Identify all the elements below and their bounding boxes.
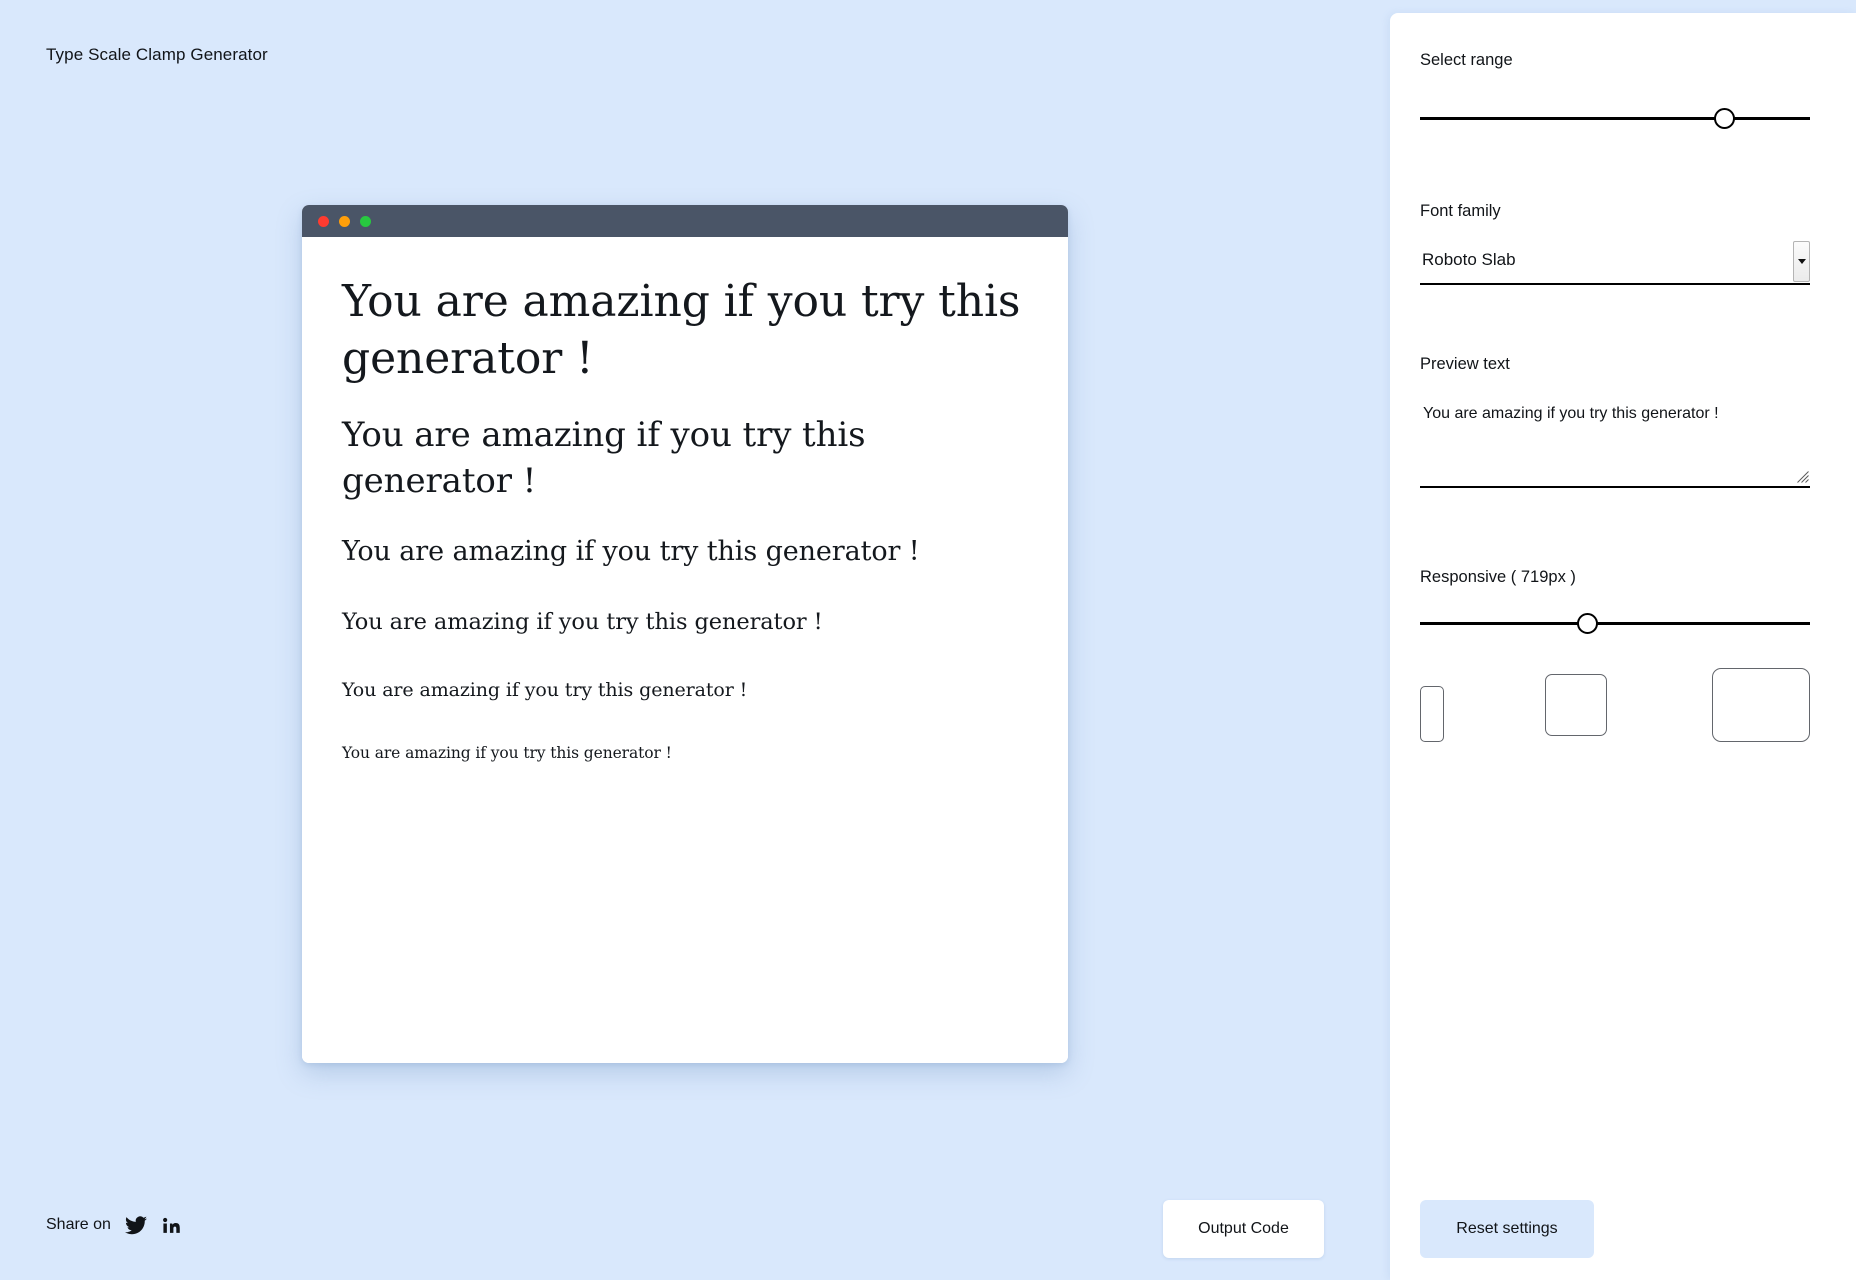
- close-window-dot-icon[interactable]: [318, 215, 329, 227]
- mockup-titlebar: [302, 205, 1068, 237]
- font-family-selected-value: Roboto Slab: [1422, 250, 1516, 269]
- preview-line-5: You are amazing if you try this generato…: [342, 678, 748, 701]
- select-range-field: Select range: [1420, 51, 1810, 70]
- share-label: Share on: [46, 1216, 111, 1233]
- select-range-slider-track[interactable]: [1420, 117, 1810, 120]
- settings-panel: Select range Font family Roboto Slab Pre…: [1390, 13, 1856, 1280]
- font-family-select[interactable]: Roboto Slab: [1420, 241, 1810, 285]
- preview-text-input[interactable]: [1421, 401, 1807, 473]
- responsive-slider-thumb[interactable]: [1577, 613, 1599, 634]
- share-bar: Share on: [46, 1215, 181, 1235]
- responsive-field: Responsive ( 719px ): [1420, 568, 1810, 587]
- browser-preview-mockup: You are amazing if you try this generato…: [302, 205, 1068, 1063]
- preview-text-textarea[interactable]: [1420, 396, 1810, 488]
- output-code-button[interactable]: Output Code: [1163, 1200, 1324, 1258]
- select-range-slider-thumb[interactable]: [1713, 108, 1735, 129]
- preview-line-2: You are amazing if you try this generato…: [342, 415, 866, 501]
- type-scale-preview-canvas: You are amazing if you try this generato…: [302, 237, 1068, 1063]
- twitter-icon[interactable]: [124, 1215, 147, 1235]
- select-range-slider[interactable]: [1420, 106, 1810, 132]
- main-area: Type Scale Clamp Generator You are amazi…: [0, 0, 1390, 1280]
- maximize-window-dot-icon[interactable]: [360, 215, 371, 227]
- preview-line-6: You are amazing if you try this generato…: [342, 743, 672, 762]
- reset-settings-button[interactable]: Reset settings: [1420, 1200, 1594, 1258]
- desktop-device-icon[interactable]: [1712, 668, 1810, 742]
- preview-line-1: You are amazing if you try this generato…: [342, 276, 1021, 385]
- textarea-resize-grip-icon[interactable]: [1796, 470, 1809, 483]
- font-family-label: Font family: [1420, 202, 1501, 220]
- responsive-label: Responsive ( 719px ): [1420, 568, 1576, 586]
- preview-line-4: You are amazing if you try this generato…: [342, 609, 823, 636]
- select-range-label: Select range: [1420, 51, 1513, 69]
- tablet-device-icon[interactable]: [1545, 674, 1607, 736]
- device-preset-row: [1420, 668, 1810, 748]
- mobile-device-icon[interactable]: [1420, 686, 1444, 742]
- preview-text-field: Preview text: [1420, 355, 1810, 374]
- app-root: Type Scale Clamp Generator You are amazi…: [0, 0, 1856, 1280]
- chevron-down-icon[interactable]: [1793, 241, 1810, 282]
- linkedin-icon[interactable]: [161, 1215, 181, 1235]
- responsive-slider-track[interactable]: [1420, 622, 1810, 625]
- responsive-slider[interactable]: [1420, 611, 1810, 637]
- minimize-window-dot-icon[interactable]: [339, 215, 350, 227]
- preview-line-3: You are amazing if you try this generato…: [342, 536, 920, 568]
- preview-text-label: Preview text: [1420, 355, 1510, 373]
- page-title: Type Scale Clamp Generator: [46, 45, 268, 64]
- font-family-field: Font family: [1420, 202, 1810, 221]
